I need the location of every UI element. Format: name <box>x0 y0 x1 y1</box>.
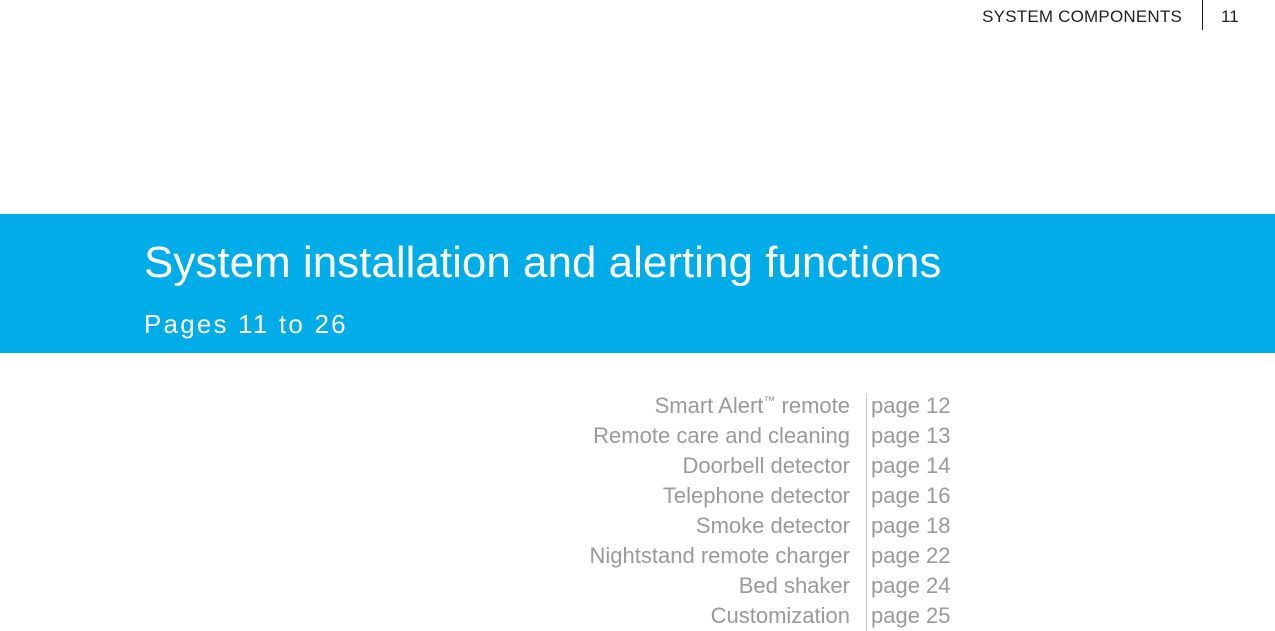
contents-rows: Smart Alert™ remote page 12 Remote care an… <box>0 391 975 631</box>
contents-entry-label: Doorbell detector <box>682 453 850 478</box>
chapter-page-range: Pages 11 to 26 <box>144 309 348 339</box>
contents-entry-page: page 25 <box>871 603 951 628</box>
contents-row[interactable]: Smoke detector page 18 <box>0 511 975 541</box>
chapter-banner: System installation and alerting functio… <box>0 214 1275 353</box>
contents-divider-rule <box>866 393 867 631</box>
contents-entry-label: Smart Alert™ remote <box>654 393 850 418</box>
contents-row[interactable]: Remote care and cleaning page 13 <box>0 421 975 451</box>
contents-entry-page: page 14 <box>871 453 951 478</box>
contents-entry-label: Bed shaker <box>738 573 850 598</box>
trademark-symbol: ™ <box>763 393 776 408</box>
contents-row[interactable]: Doorbell detector page 14 <box>0 451 975 481</box>
contents-entry-page: page 18 <box>871 513 951 538</box>
contents-row[interactable]: Customization page 25 <box>0 601 975 631</box>
contents-row[interactable]: Nightstand remote charger page 22 <box>0 541 975 571</box>
header-page-number: 11 <box>1221 7 1239 26</box>
contents-row[interactable]: Bed shaker page 24 <box>0 571 975 601</box>
contents-entry-label: Remote care and cleaning <box>593 423 850 448</box>
contents-entry-label: Smoke detector <box>695 513 850 538</box>
contents-entry-label: Nightstand remote charger <box>589 543 850 568</box>
page-running-header: SYSTEM COMPONENTS 11 <box>0 0 1275 34</box>
contents-entry-label: Customization <box>710 603 850 628</box>
chapter-contents-list: Smart Alert™ remote page 12 Remote care an… <box>0 391 1275 631</box>
contents-entry-page: page 16 <box>871 483 951 508</box>
header-section-title: SYSTEM COMPONENTS <box>982 7 1182 26</box>
contents-entry-label: Telephone detector <box>662 483 850 508</box>
contents-entry-page: page 24 <box>871 573 951 598</box>
contents-entry-page: page 22 <box>871 543 951 568</box>
contents-entry-page: page 12 <box>871 393 951 418</box>
chapter-title: System installation and alerting functio… <box>144 238 942 287</box>
contents-row[interactable]: Smart Alert™ remote page 12 <box>0 391 975 421</box>
contents-row[interactable]: Telephone detector page 16 <box>0 481 975 511</box>
contents-inner: Smart Alert™ remote page 12 Remote care an… <box>0 391 975 631</box>
contents-entry-page: page 13 <box>871 423 951 448</box>
header-divider-rule <box>1202 0 1203 30</box>
